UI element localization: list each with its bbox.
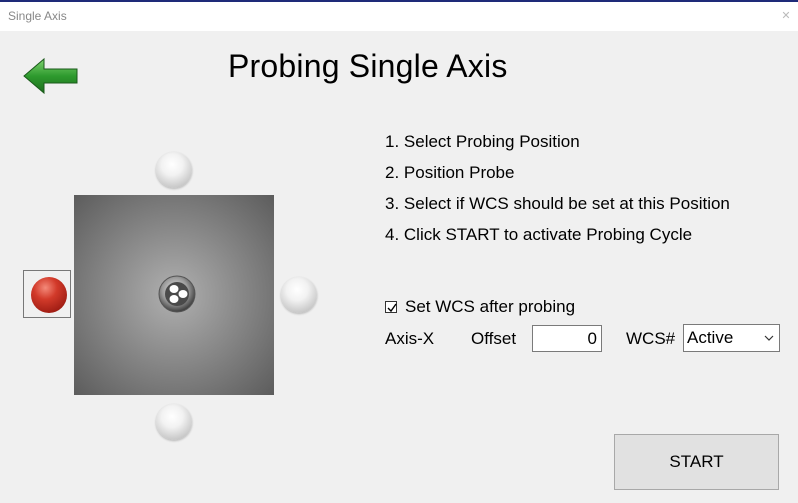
- start-button[interactable]: START: [614, 434, 779, 490]
- wcs-select[interactable]: Active: [683, 324, 780, 352]
- probe-position-top-button[interactable]: [156, 152, 192, 188]
- instruction-step: 1. Select Probing Position: [385, 132, 580, 151]
- instruction-step: 2. Position Probe: [385, 163, 515, 182]
- offset-label: Offset: [471, 329, 517, 348]
- back-arrow-icon: [23, 57, 78, 95]
- window-title: Single Axis: [8, 9, 67, 23]
- instruction-list: 1. Select Probing Position 2. Position P…: [385, 132, 730, 256]
- probe-position-right-button[interactable]: [281, 277, 317, 313]
- instruction-step: 4. Click START to activate Probing Cycle: [385, 225, 693, 244]
- probe-position-left-button[interactable]: [31, 277, 67, 313]
- close-icon[interactable]: ✕: [778, 8, 794, 24]
- wcs-selected-value: Active: [687, 328, 734, 347]
- set-wcs-label: Set WCS after probing: [405, 297, 576, 316]
- back-arrow-button[interactable]: [22, 56, 78, 96]
- set-wcs-option[interactable]: Set WCS after probing: [385, 297, 575, 317]
- set-wcs-checkbox[interactable]: [385, 301, 397, 313]
- axis-label: Axis-X: [385, 329, 435, 348]
- page-title: Probing Single Axis: [228, 48, 508, 84]
- instruction-step: 3. Select if WCS should be set at this P…: [385, 194, 730, 213]
- title-bar: Single Axis ✕: [0, 0, 798, 31]
- wcs-label: WCS#: [626, 329, 676, 348]
- probe-center-icon: [158, 275, 196, 313]
- offset-input[interactable]: 0: [532, 325, 602, 352]
- probe-position-bottom-button[interactable]: [156, 404, 192, 440]
- chevron-down-icon: [764, 325, 774, 351]
